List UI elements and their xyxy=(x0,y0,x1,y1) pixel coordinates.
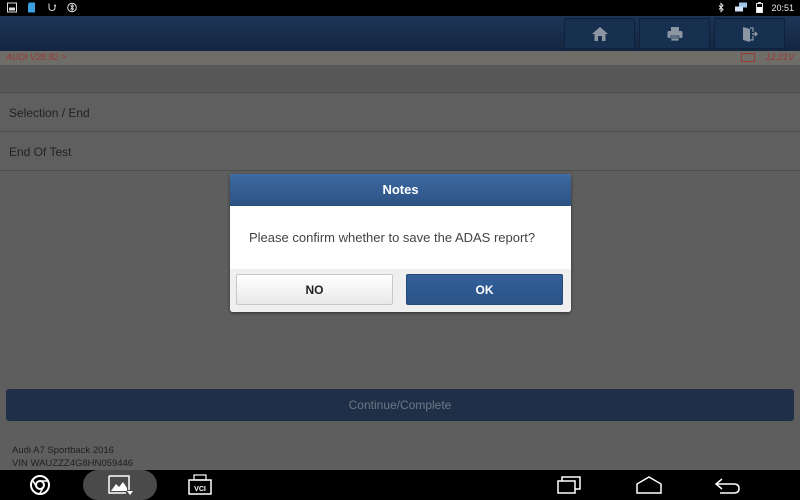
list-item-label: Selection / End xyxy=(9,106,90,120)
back-button[interactable] xyxy=(714,474,742,496)
back-icon xyxy=(714,478,740,494)
vehicle-model: Audi A7 Sportback 2016 xyxy=(12,445,114,456)
car-battery-icon xyxy=(741,52,756,62)
screenshot-gallery-icon xyxy=(108,475,133,495)
network-icon xyxy=(735,2,748,12)
vehicle-info: Audi A7 Sportback 2016 VIN WAUZZZ4G8HN05… xyxy=(12,444,133,470)
exit-button[interactable] xyxy=(714,18,785,49)
breadcrumb-bar: AUDI V28.82 > 12.21V xyxy=(0,51,800,65)
notes-dialog: Notes Please confirm whether to save the… xyxy=(230,174,571,312)
exit-icon xyxy=(742,26,758,42)
dialog-message: Please confirm whether to save the ADAS … xyxy=(230,206,571,269)
clock: 20:51 xyxy=(771,2,794,13)
gallery-icon xyxy=(7,2,17,13)
vehicle-vin: VIN WAUZZZ4G8HN059446 xyxy=(12,458,134,469)
continue-complete-button[interactable]: Continue/Complete xyxy=(6,389,794,421)
printer-icon xyxy=(667,26,682,41)
screenshot-gallery-button[interactable] xyxy=(104,474,136,496)
chrome-icon xyxy=(30,475,50,495)
svg-text:VCI: VCI xyxy=(194,486,206,493)
status-bar: 20:51 xyxy=(0,0,800,16)
usb-debug-icon xyxy=(48,3,56,12)
recent-apps-icon xyxy=(557,476,581,494)
screen: 20:51 AUDI V28.82 > 12.21V Selection / E… xyxy=(0,0,800,500)
list-item-label: End Of Test xyxy=(9,145,72,159)
ok-button[interactable]: OK xyxy=(406,274,563,305)
vpn-circle-icon xyxy=(67,2,77,13)
app-header xyxy=(0,16,800,51)
list-item-selection-end[interactable]: Selection / End xyxy=(0,94,800,132)
battery-icon xyxy=(756,2,764,13)
no-button[interactable]: NO xyxy=(236,274,393,305)
home-icon xyxy=(591,26,608,41)
bluetooth-icon xyxy=(719,2,725,13)
voltage-readout: 12.21V xyxy=(741,52,794,62)
sd-card-icon xyxy=(28,2,35,13)
vci-button[interactable]: VCI xyxy=(186,474,214,496)
vci-icon: VCI xyxy=(188,474,212,495)
system-nav-bar: VCI xyxy=(0,470,800,500)
home-nav-button[interactable] xyxy=(635,474,663,496)
home-nav-icon xyxy=(636,476,662,494)
home-button[interactable] xyxy=(564,18,635,49)
recent-apps-button[interactable] xyxy=(555,474,583,496)
voltage-value: 12.21V xyxy=(765,52,794,62)
chrome-button[interactable] xyxy=(28,474,52,496)
breadcrumb[interactable]: AUDI V28.82 > xyxy=(6,52,66,62)
dialog-title: Notes xyxy=(230,174,571,206)
print-button[interactable] xyxy=(639,18,710,49)
dialog-actions: NO OK xyxy=(230,269,571,312)
list-item-end-of-test[interactable]: End Of Test xyxy=(0,133,800,171)
list-header xyxy=(0,65,800,93)
